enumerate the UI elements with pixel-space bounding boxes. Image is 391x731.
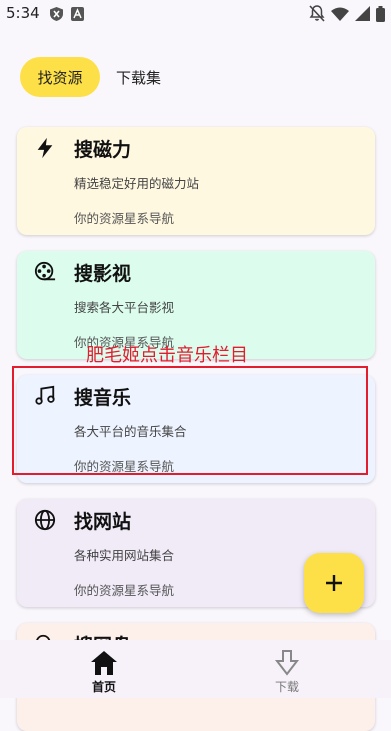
wifi-icon xyxy=(331,7,349,21)
card-footer: 你的资源星系导航 xyxy=(74,583,175,598)
status-time: 5:34 xyxy=(6,4,40,22)
notifications-off-icon xyxy=(309,5,325,22)
card-subtitle: 精选稳定好用的磁力站 xyxy=(74,176,200,191)
highlight-box xyxy=(12,366,368,475)
tab-downloads[interactable]: 下载集 xyxy=(116,67,161,88)
card-footer: 你的资源星系导航 xyxy=(74,211,175,226)
tab-find-resources[interactable]: 找资源 xyxy=(20,57,100,97)
a-box-icon xyxy=(71,7,84,21)
signal-icon xyxy=(355,6,370,21)
card-subtitle: 各种实用网站集合 xyxy=(74,548,175,563)
battery-icon xyxy=(376,5,385,22)
nav-home[interactable]: 首页 xyxy=(74,650,134,695)
card-title: 找网站 xyxy=(74,511,132,533)
nav-label-home: 首页 xyxy=(91,680,116,694)
nav-label-download: 下载 xyxy=(274,680,299,694)
bottom-nav: 首页 下载 xyxy=(0,640,391,698)
status-bar: 5:34 xyxy=(0,0,391,28)
lightning-icon xyxy=(37,137,53,159)
nav-download[interactable]: 下载 xyxy=(257,650,317,695)
add-fab-button[interactable] xyxy=(304,553,364,613)
plus-icon xyxy=(326,575,342,591)
globe-icon xyxy=(34,509,56,531)
card-title: 搜影视 xyxy=(74,263,132,285)
film-reel-icon xyxy=(34,261,56,281)
home-icon xyxy=(91,651,117,675)
card-subtitle: 搜索各大平台影视 xyxy=(74,300,175,315)
card-title: 搜磁力 xyxy=(74,139,132,161)
card-magnet-search[interactable]: 搜磁力 精选稳定好用的磁力站 你的资源星系导航 xyxy=(17,127,375,235)
top-tabs: 找资源 下载集 xyxy=(20,57,161,97)
annotation-text: 肥毛姬点击音乐栏目 xyxy=(86,345,248,366)
download-icon xyxy=(274,650,300,676)
shield-icon xyxy=(50,7,63,21)
